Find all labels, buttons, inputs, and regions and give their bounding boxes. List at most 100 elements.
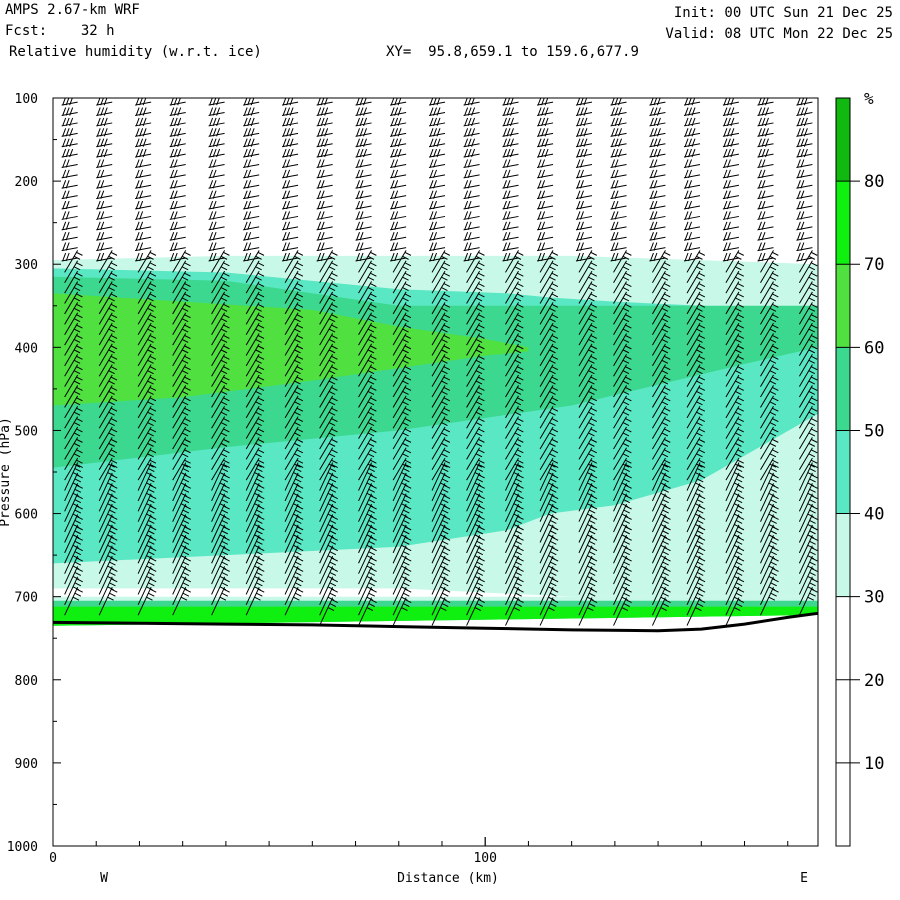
wind-barb xyxy=(575,117,593,127)
y-tick-label: 1000 xyxy=(7,840,38,855)
barb-feather xyxy=(442,592,449,597)
colorbar-label: 10 xyxy=(864,754,884,774)
wind-barb xyxy=(61,190,78,200)
barb-feather xyxy=(765,107,769,116)
barb-feather xyxy=(363,128,368,137)
barb-feather xyxy=(243,211,248,220)
barb-feather xyxy=(544,138,549,147)
barb-feather xyxy=(356,159,361,168)
wind-barb xyxy=(169,148,186,158)
barb-feather xyxy=(758,180,762,189)
barb-feather xyxy=(135,242,140,251)
wind-barb xyxy=(683,148,701,158)
wind-barb xyxy=(61,148,78,158)
wind-barb xyxy=(169,128,186,137)
wind-barb xyxy=(316,138,333,148)
barb-feather xyxy=(723,169,728,179)
wind-barb xyxy=(208,138,225,148)
wind-barb xyxy=(61,138,78,148)
wind-barb xyxy=(757,128,774,137)
wind-barb xyxy=(683,138,701,148)
barb-feather xyxy=(96,117,101,127)
barb-feather xyxy=(611,107,616,116)
barb-feather xyxy=(436,148,441,158)
barb-feather xyxy=(404,251,412,256)
barb-feather xyxy=(649,190,654,199)
wind-barb xyxy=(169,211,186,220)
barb-feather xyxy=(510,128,514,137)
barb-feather xyxy=(317,232,322,241)
x-tick-label: 0 xyxy=(49,851,57,866)
colorbar-label: 70 xyxy=(864,255,884,275)
wind-barb xyxy=(208,211,225,220)
barb-feather xyxy=(464,148,469,158)
barb-feather xyxy=(611,190,616,199)
wind-barb xyxy=(316,221,333,231)
barb-feather xyxy=(390,107,395,116)
wind-barb xyxy=(169,190,186,200)
wind-barb xyxy=(502,138,519,148)
barb-feather xyxy=(243,190,248,199)
wind-barb xyxy=(355,200,372,210)
wind-barb xyxy=(96,138,113,148)
barb-feather xyxy=(209,159,214,168)
wind-barb xyxy=(428,128,446,137)
barb-feather xyxy=(96,148,101,158)
barb-feather xyxy=(317,107,322,116)
barb-feather xyxy=(356,242,361,251)
barb-feather xyxy=(537,107,542,116)
barb-feather xyxy=(223,588,230,593)
barb-feather xyxy=(62,117,67,127)
wind-barb xyxy=(575,159,593,168)
wind-barb xyxy=(463,128,480,137)
x-axis-label: Distance (km) xyxy=(397,871,499,886)
wind-barb xyxy=(796,107,813,117)
wind-barb xyxy=(463,221,480,231)
barb-feather xyxy=(590,251,598,256)
wind-barb xyxy=(316,190,333,200)
barb-feather xyxy=(478,251,485,256)
barb-feather xyxy=(296,251,304,256)
barb-feather xyxy=(209,117,214,127)
wind-barb xyxy=(281,200,299,210)
barb-feather xyxy=(656,128,661,137)
barb-feather xyxy=(295,592,302,597)
wind-barb xyxy=(135,190,152,200)
wind-barb xyxy=(428,148,446,158)
wind-barb xyxy=(355,128,372,137)
barb-feather xyxy=(464,159,469,168)
wind-barb xyxy=(502,148,519,158)
wind-barb xyxy=(610,138,627,148)
barb-feather xyxy=(691,128,696,137)
barb-feather xyxy=(135,211,140,220)
barb-feather xyxy=(209,107,214,116)
wind-barb xyxy=(316,169,333,179)
wind-barb xyxy=(96,232,113,241)
barb-feather xyxy=(796,252,801,262)
wind-barb xyxy=(757,221,774,231)
barb-feather xyxy=(576,180,581,189)
wind-barb xyxy=(208,190,225,200)
barb-feather xyxy=(404,588,412,593)
wind-barb xyxy=(243,128,260,137)
barb-feather xyxy=(256,592,263,597)
cross-section-chart: 1002003004005006007008009001000 0 100 Dis… xyxy=(0,89,884,886)
barb-feather xyxy=(471,148,476,158)
wind-barb xyxy=(390,159,407,168)
wind-barb xyxy=(610,148,627,158)
barb-feather xyxy=(390,200,395,210)
barb-feather xyxy=(796,138,801,147)
barb-feather xyxy=(62,221,67,230)
wind-barb xyxy=(610,169,627,179)
barb-feather xyxy=(103,138,108,147)
barb-feather xyxy=(611,221,616,230)
colorbar-bin xyxy=(836,98,850,182)
barb-feather xyxy=(503,159,507,168)
barb-feather xyxy=(796,169,801,179)
barb-feather xyxy=(471,128,476,137)
colorbar-bin xyxy=(836,513,850,597)
y-tick-label: 300 xyxy=(15,258,38,273)
barb-feather xyxy=(723,159,728,168)
barb-feather xyxy=(684,138,689,147)
wind-barb xyxy=(722,242,740,252)
